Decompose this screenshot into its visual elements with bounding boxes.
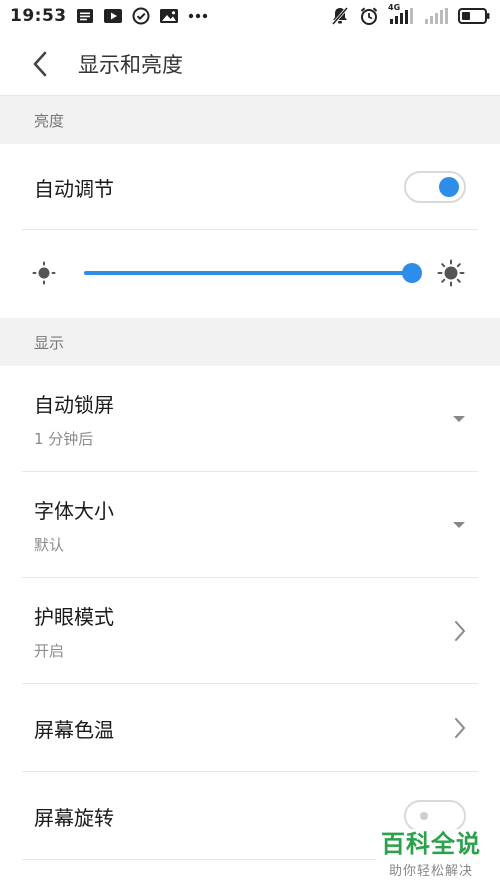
auto-brightness-row[interactable]: 自动调节 [0, 144, 500, 230]
status-right: 4G [330, 3, 490, 26]
auto-brightness-label: 自动调节 [34, 176, 114, 201]
brightness-slider[interactable] [84, 271, 412, 275]
header: 显示和亮度 [0, 32, 500, 96]
status-left: 19:53 [10, 6, 208, 26]
image-icon [159, 8, 179, 24]
auto-brightness-toggle[interactable] [404, 171, 466, 203]
brightness-slider-fill [84, 271, 412, 275]
sun-large-icon [437, 259, 465, 291]
eye-care-value: 开启 [34, 642, 65, 660]
section-label-brightness: 亮度 [34, 111, 65, 130]
watermark-logo: 百科全说 助你轻松解决 [376, 829, 486, 881]
font-size-value: 默认 [34, 536, 65, 554]
screen-rotation-title: 屏幕旋转 [34, 805, 114, 830]
page-title: 显示和亮度 [78, 52, 183, 77]
sun-small-icon [32, 261, 56, 289]
dropdown-arrow-icon [452, 521, 466, 529]
check-circle-icon [132, 7, 150, 25]
message-icon [76, 8, 94, 24]
font-size-row[interactable]: 字体大小 默认 [0, 472, 500, 578]
brightness-slider-row [0, 230, 500, 316]
toggle-knob [420, 812, 428, 820]
status-bar: 19:53 4G [0, 0, 500, 32]
battery-icon [458, 7, 490, 25]
alarm-clock-icon [359, 6, 379, 26]
more-dots-icon [188, 13, 208, 19]
signal-4g-icon: 4G [388, 3, 414, 25]
signal-empty-icon [423, 7, 449, 25]
section-header-display: 显示 [0, 318, 500, 366]
screen-rotation-toggle[interactable] [404, 800, 466, 832]
auto-lock-row[interactable]: 自动锁屏 1 分钟后 [0, 366, 500, 472]
font-size-title: 字体大小 [34, 499, 114, 523]
eye-care-row[interactable]: 护眼模式 开启 [0, 578, 500, 684]
chevron-right-icon [454, 717, 466, 739]
auto-lock-value: 1 分钟后 [34, 430, 94, 448]
brightness-slider-thumb[interactable] [402, 263, 422, 283]
chevron-left-icon [32, 51, 48, 77]
section-label-display: 显示 [34, 333, 65, 352]
status-time: 19:53 [10, 6, 67, 26]
chevron-right-icon [454, 620, 466, 642]
auto-lock-title: 自动锁屏 [34, 393, 114, 417]
mute-bell-icon [330, 6, 350, 26]
network-type-label: 4G [388, 3, 401, 12]
section-header-brightness: 亮度 [0, 96, 500, 144]
toggle-knob [439, 177, 459, 197]
eye-care-title: 护眼模式 [34, 605, 114, 629]
color-temperature-row[interactable]: 屏幕色温 [0, 684, 500, 772]
watermark-main: 百科全说 [381, 829, 481, 858]
color-temperature-title: 屏幕色温 [34, 717, 114, 742]
video-play-icon [103, 8, 123, 24]
dropdown-arrow-icon [452, 415, 466, 423]
back-button[interactable] [0, 32, 80, 96]
watermark-sub: 助你轻松解决 [388, 863, 473, 879]
